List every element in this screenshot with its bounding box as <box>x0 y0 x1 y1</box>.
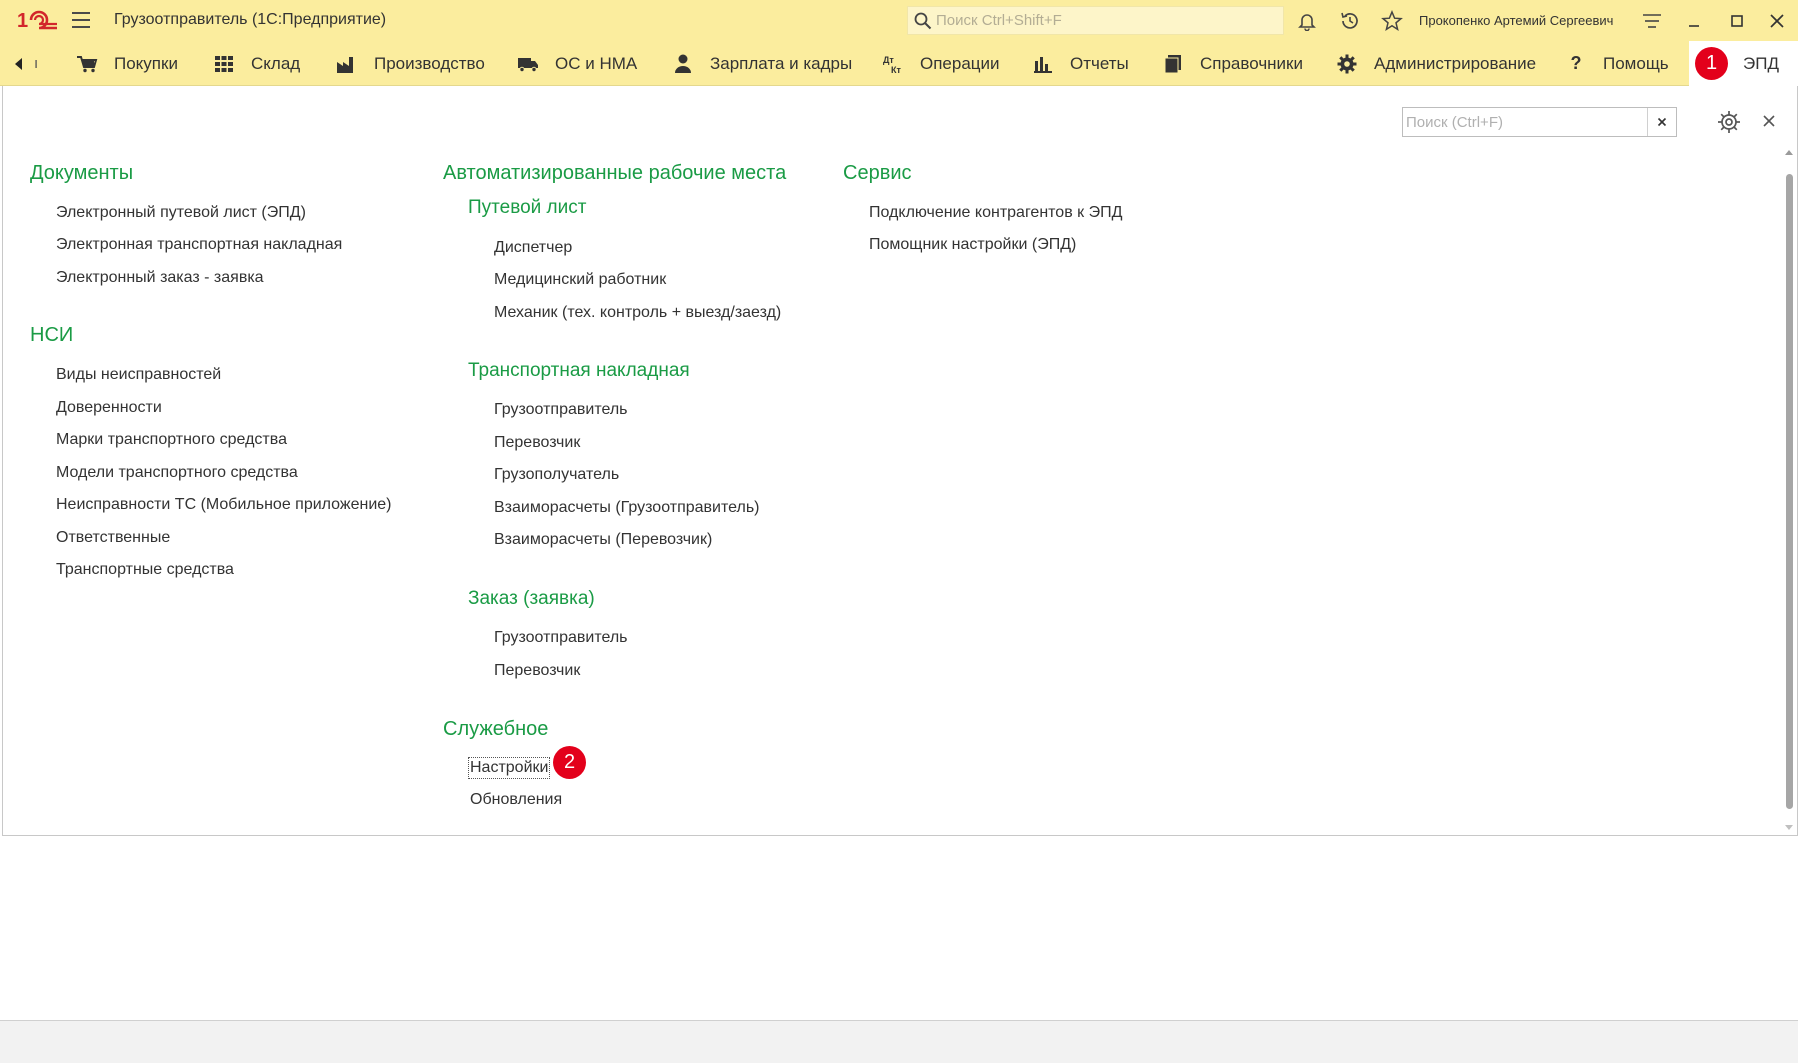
settings-sliders-icon[interactable] <box>1640 9 1664 33</box>
section-warehouse[interactable]: Склад <box>213 41 300 86</box>
section-label: ЭПД <box>1743 54 1779 73</box>
link-vehicle-models[interactable]: Модели транспортного средства <box>56 464 298 482</box>
factory-icon <box>336 54 358 74</box>
section-label: Помощь <box>1603 53 1669 73</box>
link-medical-worker[interactable]: Медицинский работник <box>494 271 666 289</box>
main-menu-icon[interactable] <box>72 12 90 28</box>
subgroup-heading-order: Заказ (заявка) <box>468 588 595 609</box>
global-search-input[interactable] <box>936 12 1266 29</box>
group-heading-documents: Документы <box>30 162 134 184</box>
gear-icon <box>1336 54 1358 74</box>
minimize-icon[interactable] <box>1682 9 1706 33</box>
link-settlements-carrier[interactable]: Взаиморасчеты (Перевозчик) <box>494 531 712 549</box>
section-label: Операции <box>920 53 1000 73</box>
scroll-sections-left-icon[interactable] <box>12 57 26 71</box>
link-e-transport-invoice[interactable]: Электронная транспортная накладная <box>56 236 342 254</box>
link-consignee[interactable]: Грузополучатель <box>494 466 619 484</box>
section-label: Отчеты <box>1070 53 1129 73</box>
title-bar: 1 Грузоотправитель (1С:Предприятие) Прок… <box>0 0 1798 41</box>
clear-search-button[interactable] <box>1647 108 1675 136</box>
global-search[interactable] <box>907 6 1284 35</box>
section-reports[interactable]: Отчеты <box>1032 41 1129 86</box>
notifications-bell-icon[interactable] <box>1295 9 1319 33</box>
section-label: Справочники <box>1200 53 1303 73</box>
current-user-name[interactable]: Прокопенко Артемий Сергеевич <box>1419 13 1613 28</box>
step-marker-1: 1 <box>1695 47 1728 80</box>
section-catalogs[interactable]: Справочники <box>1162 41 1303 86</box>
group-heading-workstations: Автоматизированные рабочие места <box>443 162 787 184</box>
link-dispatcher[interactable]: Диспетчер <box>494 239 572 257</box>
link-order-carrier[interactable]: Перевозчик <box>494 662 580 680</box>
status-bar <box>0 1020 1798 1063</box>
section-operations[interactable]: Дт Кт Операции <box>882 41 1000 86</box>
section-fixed-assets[interactable]: ОС и НМА <box>517 41 637 86</box>
scroll-up-arrow-icon[interactable] <box>1785 150 1793 155</box>
favorites-star-icon[interactable] <box>1380 9 1404 33</box>
section-label: Покупки <box>114 53 178 73</box>
group-heading-service-section: Служебное <box>443 718 549 740</box>
search-icon <box>914 12 932 29</box>
app-title: Грузоотправитель (1С:Предприятие) <box>114 11 387 28</box>
section-label: ОС и НМА <box>555 53 638 73</box>
scroll-thumb[interactable] <box>1786 174 1793 809</box>
history-icon[interactable] <box>1338 9 1362 33</box>
panel-scrollbar[interactable] <box>1783 150 1795 830</box>
maximize-icon[interactable] <box>1725 9 1749 33</box>
section-payroll[interactable]: Зарплата и кадры <box>672 41 852 86</box>
section-label: Склад <box>251 53 301 73</box>
link-connect-counterparties[interactable]: Подключение контрагентов к ЭПД <box>869 204 1122 222</box>
section-help[interactable]: ? Помощь <box>1565 41 1669 86</box>
link-vehicle-faults-mobile[interactable]: Неисправности ТС (Мобильное приложение) <box>56 496 392 514</box>
section-epd-active[interactable]: 1 ЭПД <box>1689 41 1798 86</box>
svg-text:1: 1 <box>17 10 28 31</box>
panel-search[interactable] <box>1402 107 1677 137</box>
subgroup-heading-transport-invoice: Транспортная накладная <box>468 360 690 381</box>
close-panel-icon[interactable] <box>1759 111 1779 131</box>
svg-text:Кт: Кт <box>891 65 901 74</box>
group-heading-nsi: НСИ <box>30 324 74 346</box>
books-icon <box>1162 54 1184 74</box>
bar-chart-icon <box>1032 54 1054 74</box>
link-settlements-shipper[interactable]: Взаиморасчеты (Грузоотправитель) <box>494 499 760 517</box>
subgroup-heading-waybill: Путевой лист <box>468 197 587 218</box>
1c-logo-icon: 1 <box>17 10 57 31</box>
person-icon <box>672 54 694 74</box>
dt-kt-icon: Дт Кт <box>882 54 904 74</box>
sections-panel: ı Покупки Склад Производство ОС и НМА За… <box>0 41 1798 86</box>
close-window-icon[interactable] <box>1765 9 1789 33</box>
link-power-of-attorney[interactable]: Доверенности <box>56 399 162 417</box>
panel-settings-gear-icon[interactable] <box>1716 109 1742 135</box>
section-label: Администрирование <box>1374 53 1537 73</box>
link-carrier[interactable]: Перевозчик <box>494 434 580 452</box>
section-cutoff-fragment: ı <box>34 55 39 72</box>
section-administration[interactable]: Администрирование <box>1336 41 1536 86</box>
step-marker-2: 2 <box>553 746 586 779</box>
question-icon: ? <box>1570 53 1582 73</box>
link-fault-types[interactable]: Виды неисправностей <box>56 366 221 384</box>
section-label: Производство <box>374 53 485 73</box>
link-vehicles[interactable]: Транспортные средства <box>56 561 234 579</box>
link-vehicle-brands[interactable]: Марки транспортного средства <box>56 431 287 449</box>
section-purchases[interactable]: Покупки <box>76 41 178 86</box>
cart-icon <box>76 54 98 74</box>
warehouse-icon <box>213 54 235 74</box>
link-setup-assistant[interactable]: Помощник настройки (ЭПД) <box>869 236 1076 254</box>
section-production[interactable]: Производство <box>336 41 485 86</box>
link-e-order-request[interactable]: Электронный заказ - заявка <box>56 269 264 287</box>
link-mechanic[interactable]: Механик (тех. контроль + выезд/заезд) <box>494 304 781 322</box>
clear-x-icon <box>1657 117 1666 127</box>
truck-icon <box>517 54 539 74</box>
link-responsible-persons[interactable]: Ответственные <box>56 529 170 547</box>
group-heading-service: Сервис <box>843 162 912 184</box>
link-e-waybill[interactable]: Электронный путевой лист (ЭПД) <box>56 204 306 222</box>
panel-search-input[interactable] <box>1403 108 1647 136</box>
link-shipper[interactable]: Грузоотправитель <box>494 401 628 419</box>
link-updates[interactable]: Обновления <box>470 791 562 809</box>
link-order-shipper[interactable]: Грузоотправитель <box>494 629 628 647</box>
section-label: Зарплата и кадры <box>710 53 853 73</box>
svg-text:Дт: Дт <box>883 55 894 65</box>
link-settings[interactable]: Настройки <box>467 757 551 779</box>
scroll-down-arrow-icon[interactable] <box>1785 825 1793 830</box>
function-panel: Документы Электронный путевой лист (ЭПД)… <box>2 86 1798 836</box>
